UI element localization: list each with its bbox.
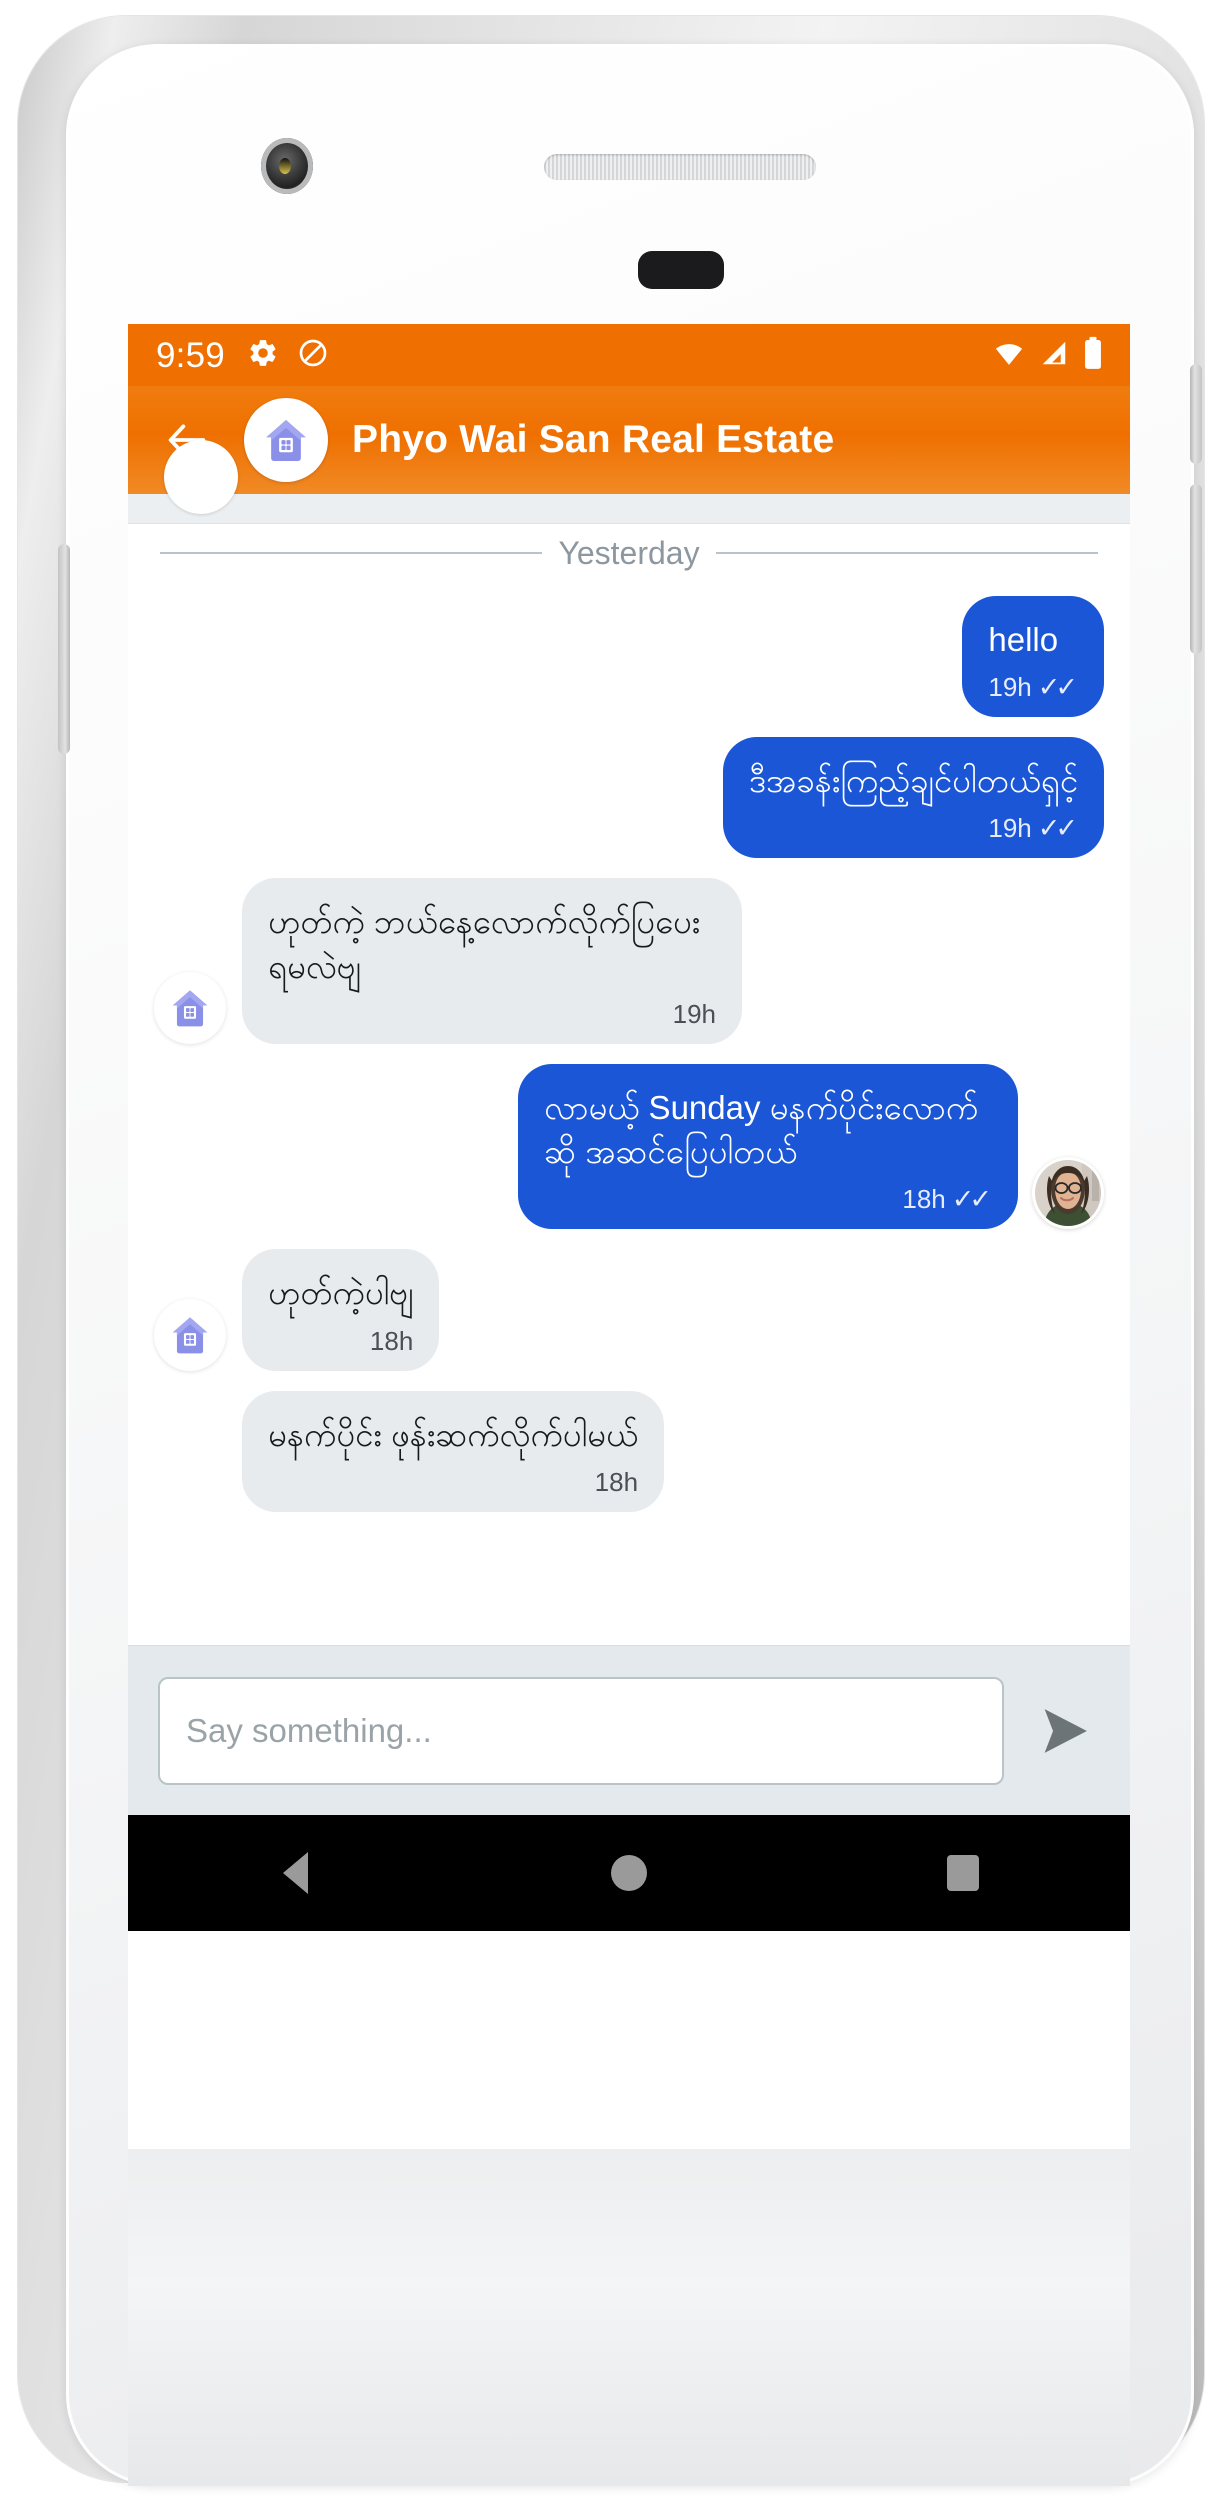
message-text: ဟုတ်ကဲ့ ဘယ်နေ့လောက်လိုက်ပြပေးရမလဲဗျ [268, 903, 701, 985]
message-time: 18h [594, 1466, 639, 1497]
message-time: 19h [988, 672, 1032, 703]
message-meta: 19h [268, 999, 716, 1030]
power-button[interactable] [58, 544, 70, 754]
message-meta: 18h [268, 1467, 638, 1498]
message-row: hello 19h ✓✓ [142, 596, 1116, 718]
nav-recents-button[interactable] [903, 1815, 1023, 1931]
divider-line-left [160, 552, 543, 554]
screenshot-root: 9:59 Phyo Wai San Real Estate Yesterday … [0, 0, 1222, 2498]
message-bubble-incoming[interactable]: မနက်ပိုင်း ဖုန်းဆက်လိုက်ပါမယ် 18h [242, 1390, 665, 1512]
cellular-signal-icon [1039, 338, 1069, 373]
status-bar-system-icons [992, 336, 1104, 375]
front-camera-icon [261, 138, 313, 194]
peek-avatar [164, 440, 238, 514]
day-divider: Yesterday [142, 530, 1116, 576]
read-receipt-icon: ✓✓ [1037, 813, 1078, 844]
read-receipt-icon: ✓✓ [1037, 672, 1078, 703]
message-text: ဒီအခန်းကြည့်ချင်ပါတယ်ရှင့် [748, 762, 1078, 800]
nav-back-button[interactable] [235, 1815, 355, 1931]
avatar [1033, 1158, 1103, 1229]
message-meta: 19h ✓✓ [749, 813, 1078, 844]
phone-frame: 9:59 Phyo Wai San Real Estate Yesterday … [18, 16, 1204, 2486]
message-time: 19h [988, 813, 1032, 844]
triangle-back-icon [282, 1852, 308, 1894]
house-icon [172, 1316, 208, 1353]
phone-bottom-chin [128, 2149, 1130, 2486]
message-text: ဟုတ်ကဲ့ပါဗျ [268, 1274, 414, 1312]
message-row: ဟုတ်ကဲ့ပါဗျ 18h [142, 1249, 1116, 1371]
message-input[interactable] [158, 1676, 1004, 1785]
message-time: 18h [369, 1325, 414, 1356]
message-row: မနက်ပိုင်း ဖုန်းဆက်လိုက်ပါမယ် 18h [142, 1390, 1116, 1512]
square-recents-icon [947, 1855, 979, 1891]
volume-down-button[interactable] [1190, 484, 1202, 654]
send-button[interactable] [1026, 1692, 1104, 1770]
message-text: လာမယ့် Sunday မနက်ပိုင်းလောက်ဆို အဆင်ပြေ… [544, 1088, 979, 1171]
message-row: ဟုတ်ကဲ့ ဘယ်နေ့လောက်လိုက်ပြပေးရမလဲဗျ 19h [142, 878, 1116, 1044]
message-bubble-outgoing[interactable]: လာမယ့် Sunday မနက်ပိုင်းလောက်ဆို အဆင်ပြေ… [518, 1063, 1018, 1230]
wifi-icon [992, 338, 1026, 373]
message-meta: 19h ✓✓ [988, 672, 1078, 703]
message-row: ဒီအခန်းကြည့်ချင်ပါတယ်ရှင့် 19h ✓✓ [142, 737, 1116, 859]
phone-body: 9:59 Phyo Wai San Real Estate Yesterday … [58, 44, 1202, 2486]
message-bubble-incoming[interactable]: ဟုတ်ကဲ့ ဘယ်နေ့လောက်လိုက်ပြပေးရမလဲဗျ 19h [242, 878, 742, 1044]
message-time: 19h [672, 998, 716, 1029]
message-text: မနက်ပိုင်း ဖုန်းဆက်လိုက်ပါမယ် [268, 1415, 639, 1453]
circle-home-icon [611, 1855, 647, 1891]
app-bar: Phyo Wai San Real Estate [128, 386, 1130, 494]
gear-icon [247, 337, 279, 374]
status-bar-clock: 9:59 [156, 335, 225, 375]
divider-line-right [715, 552, 1099, 554]
message-meta: 18h ✓✓ [544, 1184, 992, 1215]
message-row: လာမယ့် Sunday မနက်ပိုင်းလောက်ဆို အဆင်ပြေ… [142, 1063, 1116, 1230]
proximity-sensor-icon [638, 251, 724, 289]
scrolled-message-peek [128, 440, 1130, 524]
read-receipt-icon: ✓✓ [951, 1184, 992, 1215]
day-divider-label: Yesterday [558, 534, 700, 571]
status-bar-notification-icons [247, 337, 329, 374]
message-time: 18h [902, 1184, 946, 1215]
message-composer [128, 1645, 1130, 1815]
sender-avatar-house[interactable] [154, 1298, 226, 1371]
message-bubble-incoming[interactable]: ဟုတ်ကဲ့ပါဗျ 18h [242, 1249, 440, 1371]
earpiece-speaker-grille [544, 154, 816, 180]
sender-avatar-house[interactable] [154, 971, 226, 1044]
message-text: hello [988, 621, 1059, 658]
phone-screen: 9:59 Phyo Wai San Real Estate Yesterday … [128, 324, 1130, 2149]
sender-avatar-photo[interactable] [1032, 1157, 1104, 1230]
android-navigation-bar [128, 1815, 1130, 1931]
message-meta: 18h [268, 1326, 413, 1357]
nav-home-button[interactable] [569, 1815, 689, 1931]
house-icon [172, 990, 208, 1027]
page-title: Phyo Wai San Real Estate [352, 418, 835, 461]
house-icon [266, 420, 306, 461]
message-list[interactable]: Yesterday hello 19h ✓✓ ဒီအခန်းကြည့်ချင်ပ… [128, 524, 1130, 1645]
battery-full-icon [1082, 336, 1104, 375]
status-bar: 9:59 [128, 324, 1130, 386]
send-arrow-icon [1044, 1708, 1087, 1753]
message-bubble-outgoing[interactable]: hello 19h ✓✓ [962, 596, 1104, 718]
volume-up-button[interactable] [1190, 364, 1202, 464]
do-not-disturb-icon [297, 337, 329, 374]
message-bubble-outgoing[interactable]: ဒီအခန်းကြည့်ချင်ပါတယ်ရှင့် 19h ✓✓ [722, 737, 1104, 859]
conversation-avatar[interactable] [244, 398, 328, 482]
